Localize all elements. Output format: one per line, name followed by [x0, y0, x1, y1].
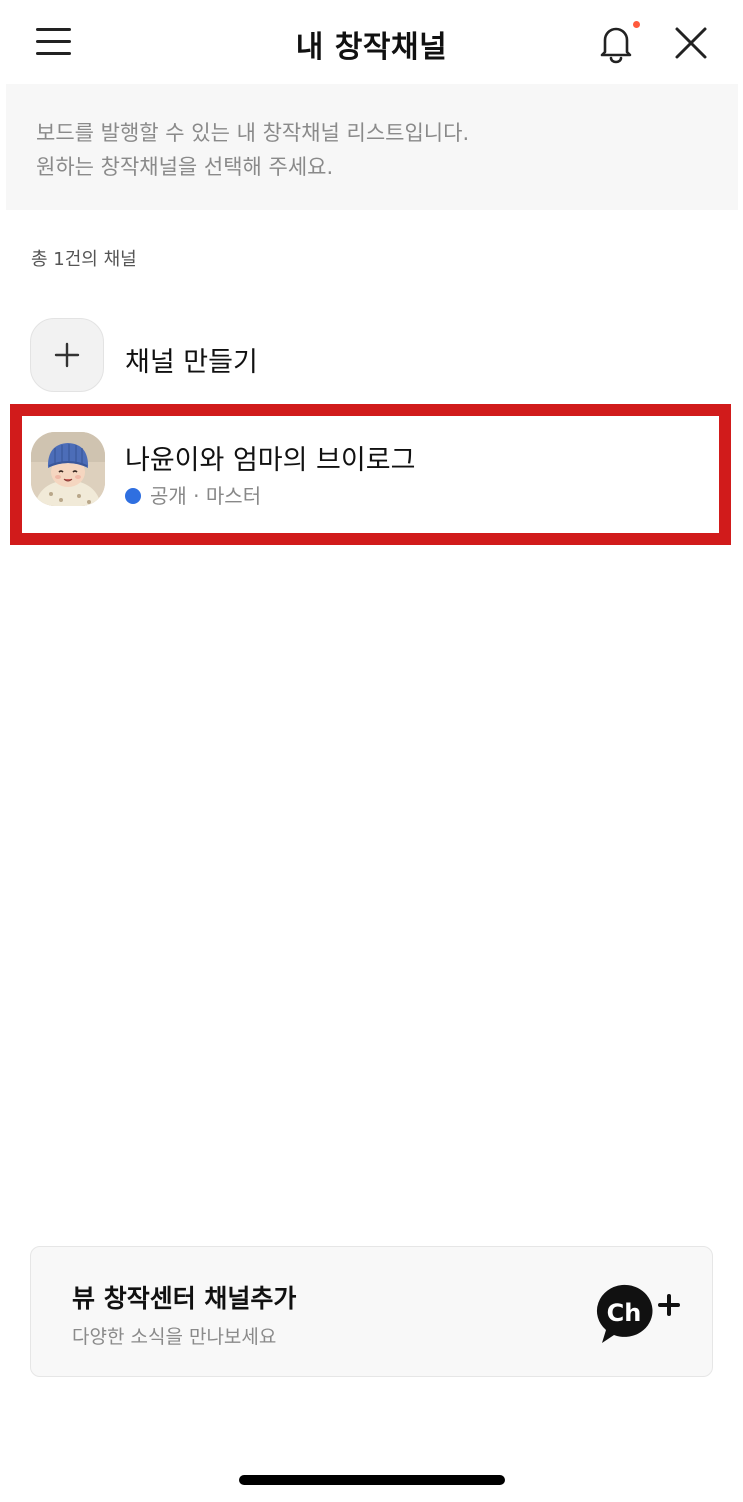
add-channel-title: 뷰 창작센터 채널추가: [72, 1284, 297, 1313]
top-app-bar: 내 창작채널: [0, 0, 743, 84]
close-button[interactable]: [672, 24, 710, 62]
notice-line-2: 원하는 창작채널을 선택해 주세요.: [36, 155, 334, 179]
close-icon: [675, 27, 707, 59]
visibility-status-dot: [125, 488, 141, 504]
create-channel-label: 채널 만들기: [125, 347, 258, 378]
channel-name: 나윤이와 엄마의 브이로그: [125, 445, 416, 476]
channel-logo-text: Ch: [607, 1299, 642, 1327]
add-channel-card[interactable]: 뷰 창작센터 채널추가 다양한 소식을 만나보세요 Ch: [30, 1246, 713, 1377]
channel-count: 총 1건의 채널: [31, 249, 137, 270]
home-indicator[interactable]: [239, 1475, 505, 1485]
bell-icon: [600, 27, 632, 64]
channel-meta: 공개 · 마스터: [125, 480, 261, 509]
notice-line-1: 보드를 발행할 수 있는 내 창작채널 리스트입니다.: [36, 121, 470, 145]
channel-visibility: 공개: [150, 484, 187, 508]
channel-avatar-image: [31, 432, 105, 506]
channel-avatar: [31, 432, 105, 506]
channel-add-icon: Ch: [596, 1284, 680, 1343]
notification-badge-dot: [633, 21, 640, 28]
notification-button[interactable]: [596, 21, 640, 66]
create-channel-button[interactable]: 채널 만들기: [30, 318, 710, 394]
create-channel-icon-box: [30, 318, 104, 392]
meta-separator: ·: [186, 484, 206, 508]
channel-role: 마스터: [205, 484, 262, 508]
add-channel-subtitle: 다양한 소식을 만나보세요: [72, 1326, 277, 1348]
channel-list-item[interactable]: 나윤이와 엄마의 브이로그 공개 · 마스터: [10, 404, 731, 545]
info-notice: 보드를 발행할 수 있는 내 창작채널 리스트입니다. 원하는 창작채널을 선택…: [6, 84, 738, 210]
plus-icon: [54, 342, 80, 368]
